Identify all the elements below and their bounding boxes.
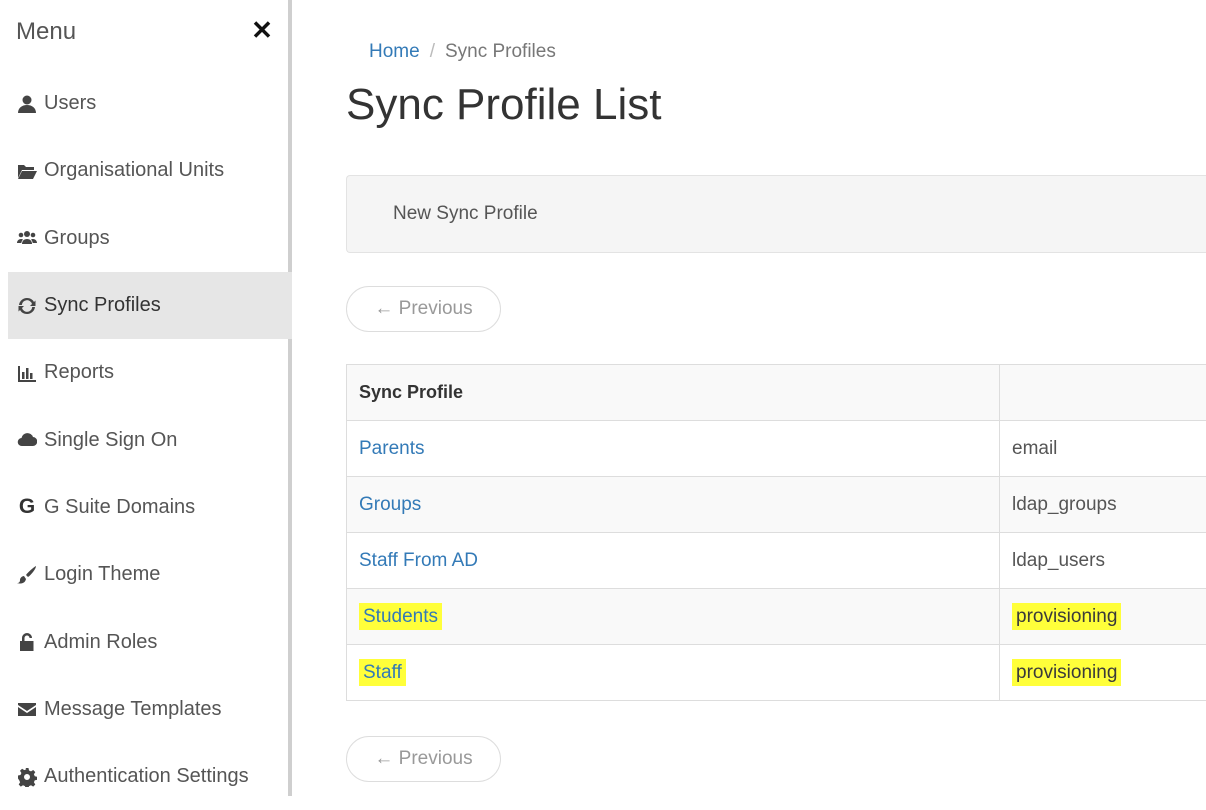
- sidebar-item-label: Login Theme: [44, 563, 160, 586]
- unlock-icon: [16, 631, 38, 653]
- table-row: Students provisioning: [347, 589, 1206, 645]
- breadcrumb-current: Sync Profiles: [445, 41, 556, 62]
- profile-link-groups[interactable]: Groups: [359, 494, 421, 515]
- sidebar-item-reports[interactable]: Reports: [8, 339, 292, 406]
- table-header-row: Sync Profile: [347, 365, 1206, 421]
- sidebar-item-login-theme[interactable]: Login Theme: [8, 541, 292, 608]
- sidebar-item-label: G Suite Domains: [44, 496, 195, 519]
- users-icon: [16, 227, 38, 249]
- sidebar-item-g-suite-domains[interactable]: G G Suite Domains: [8, 474, 292, 541]
- column-header-type: [1000, 365, 1206, 421]
- breadcrumb-separator: /: [430, 41, 435, 62]
- user-icon: [16, 93, 38, 115]
- profile-name-cell: Staff: [347, 645, 1000, 701]
- profile-link-students[interactable]: Students: [359, 603, 442, 630]
- profile-link-staff-from-ad[interactable]: Staff From AD: [359, 550, 478, 571]
- close-icon[interactable]: ✕: [248, 16, 276, 44]
- page-title: Sync Profile List: [346, 80, 661, 130]
- sidebar-item-label: Admin Roles: [44, 631, 157, 654]
- profile-name-cell: Groups: [347, 477, 1000, 533]
- profile-name-cell: Staff From AD: [347, 533, 1000, 589]
- profile-type-cell: provisioning: [1000, 589, 1206, 645]
- sidebar-item-label: Reports: [44, 361, 114, 384]
- menu-header: Menu ✕: [16, 18, 276, 48]
- column-header-sync-profile: Sync Profile: [347, 365, 1000, 421]
- sidebar-item-organisational-units[interactable]: Organisational Units: [8, 137, 292, 204]
- sidebar-item-label: Single Sign On: [44, 429, 177, 452]
- table-row: Parents email: [347, 421, 1206, 477]
- profile-type-cell: email: [1000, 421, 1206, 477]
- sidebar-item-label: Users: [44, 92, 96, 115]
- envelope-icon: [16, 698, 38, 720]
- table-row: Staff provisioning: [347, 645, 1206, 701]
- google-icon: G: [16, 496, 38, 518]
- previous-page-button[interactable]: ← Previous: [346, 286, 501, 332]
- sidebar: Menu ✕ Users Organisational Units Groups: [0, 0, 292, 796]
- table-row: Staff From AD ldap_users: [347, 533, 1206, 589]
- sidebar-nav: Users Organisational Units Groups Sync P…: [8, 70, 292, 810]
- sidebar-item-label: Message Templates: [44, 698, 222, 721]
- bar-chart-icon: [16, 362, 38, 384]
- profile-type-cell: provisioning: [1000, 645, 1206, 701]
- sidebar-item-admin-roles[interactable]: Admin Roles: [8, 608, 292, 675]
- profile-type-highlight: provisioning: [1012, 603, 1121, 630]
- sidebar-item-label: Organisational Units: [44, 159, 224, 182]
- action-toolbar: New Sync Profile: [346, 175, 1206, 253]
- profile-link-parents[interactable]: Parents: [359, 438, 424, 459]
- table-row: Groups ldap_groups: [347, 477, 1206, 533]
- profile-type-highlight: provisioning: [1012, 659, 1121, 686]
- cloud-icon: [16, 429, 38, 451]
- profile-type-cell: ldap_users: [1000, 533, 1206, 589]
- sidebar-item-users[interactable]: Users: [8, 70, 292, 137]
- sync-profile-table: Sync Profile Parents email Groups ldap_g…: [346, 364, 1206, 701]
- breadcrumb: Home / Sync Profiles: [369, 41, 556, 63]
- profile-name-cell: Students: [347, 589, 1000, 645]
- sidebar-item-label: Authentication Settings: [44, 765, 249, 788]
- breadcrumb-home-link[interactable]: Home: [369, 41, 420, 62]
- sync-icon: [16, 295, 38, 317]
- profile-link-staff[interactable]: Staff: [359, 659, 406, 686]
- cog-icon: [16, 766, 38, 788]
- previous-page-button-bottom[interactable]: ← Previous: [346, 736, 501, 782]
- sidebar-item-groups[interactable]: Groups: [8, 205, 292, 272]
- profile-type-cell: ldap_groups: [1000, 477, 1206, 533]
- sidebar-item-label: Sync Profiles: [44, 294, 161, 317]
- sidebar-item-authentication-settings[interactable]: Authentication Settings: [8, 743, 292, 810]
- folder-open-icon: [16, 160, 38, 182]
- sidebar-item-message-templates[interactable]: Message Templates: [8, 676, 292, 743]
- paint-brush-icon: [16, 564, 38, 586]
- sidebar-item-single-sign-on[interactable]: Single Sign On: [8, 406, 292, 473]
- sidebar-item-label: Groups: [44, 227, 110, 250]
- profile-name-cell: Parents: [347, 421, 1000, 477]
- menu-title: Menu: [16, 18, 76, 46]
- new-sync-profile-button[interactable]: New Sync Profile: [393, 203, 538, 225]
- sidebar-item-sync-profiles[interactable]: Sync Profiles: [8, 272, 292, 339]
